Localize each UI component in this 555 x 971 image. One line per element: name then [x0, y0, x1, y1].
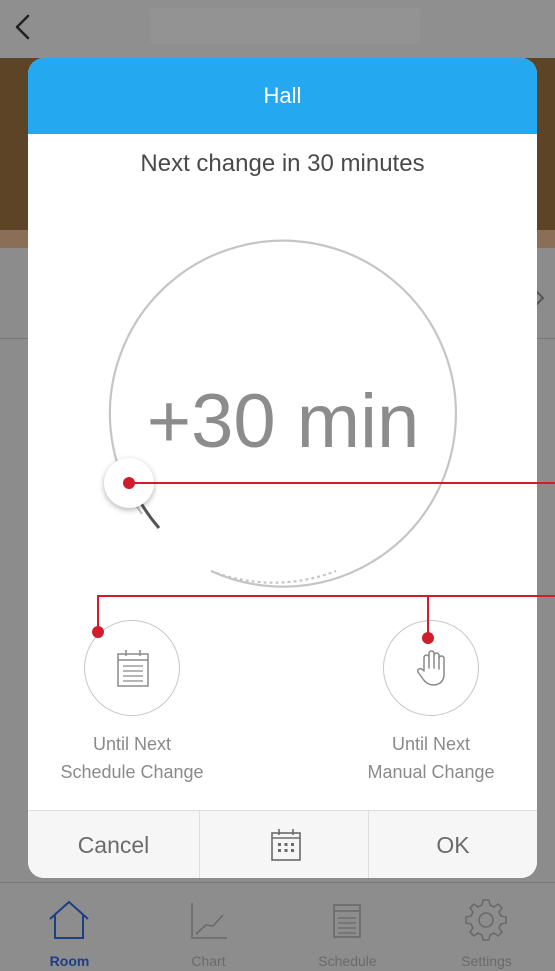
tab-schedule[interactable]: Schedule [278, 883, 417, 971]
tab-label-schedule: Schedule [318, 953, 377, 969]
option-label-line1: Until Next [92, 734, 172, 754]
tab-room[interactable]: Room [0, 883, 139, 971]
tab-settings[interactable]: Settings [417, 883, 555, 971]
calendar-grid-icon [271, 829, 301, 861]
option-label: Until Next Manual Change [331, 730, 531, 786]
option-label-line1: Until Next [391, 734, 471, 754]
option-label: Until Next Schedule Change [32, 730, 232, 786]
calendar-button[interactable] [199, 811, 369, 878]
calendar-icon [117, 650, 149, 687]
tab-label-chart: Chart [191, 953, 226, 969]
dialog-footer: Cancel OK [28, 810, 537, 878]
cancel-button[interactable]: Cancel [28, 811, 199, 878]
ok-button[interactable]: OK [369, 811, 537, 878]
option-circle[interactable] [84, 620, 180, 716]
hand-icon [416, 650, 445, 686]
tab-label-room: Room [49, 953, 90, 969]
home-icon [49, 900, 89, 939]
schedule-icon [333, 904, 361, 938]
option-label-line2: Schedule Change [60, 762, 204, 782]
tab-chart[interactable]: Chart [139, 883, 278, 971]
tab-bar: Room Chart Schedule Settings [0, 882, 555, 971]
handle-marker [123, 477, 135, 489]
dial-handle[interactable] [104, 458, 154, 508]
until-next-manual-change-option[interactable]: Until Next Manual Change [331, 620, 531, 790]
tab-label-settings: Settings [461, 953, 512, 969]
back-arrow-icon[interactable] [8, 10, 42, 44]
chart-icon [191, 903, 227, 939]
app-top-bar [0, 0, 555, 58]
app-title-placeholder [150, 8, 420, 44]
gear-icon [465, 899, 507, 941]
option-circle[interactable] [383, 620, 479, 716]
dial-value: +30 min [146, 379, 420, 464]
option-label-line2: Manual Change [367, 762, 495, 782]
boost-dialog: Hall Next change in 30 minutes +30 min U… [28, 58, 537, 878]
until-next-schedule-change-option[interactable]: Until Next Schedule Change [32, 620, 232, 790]
